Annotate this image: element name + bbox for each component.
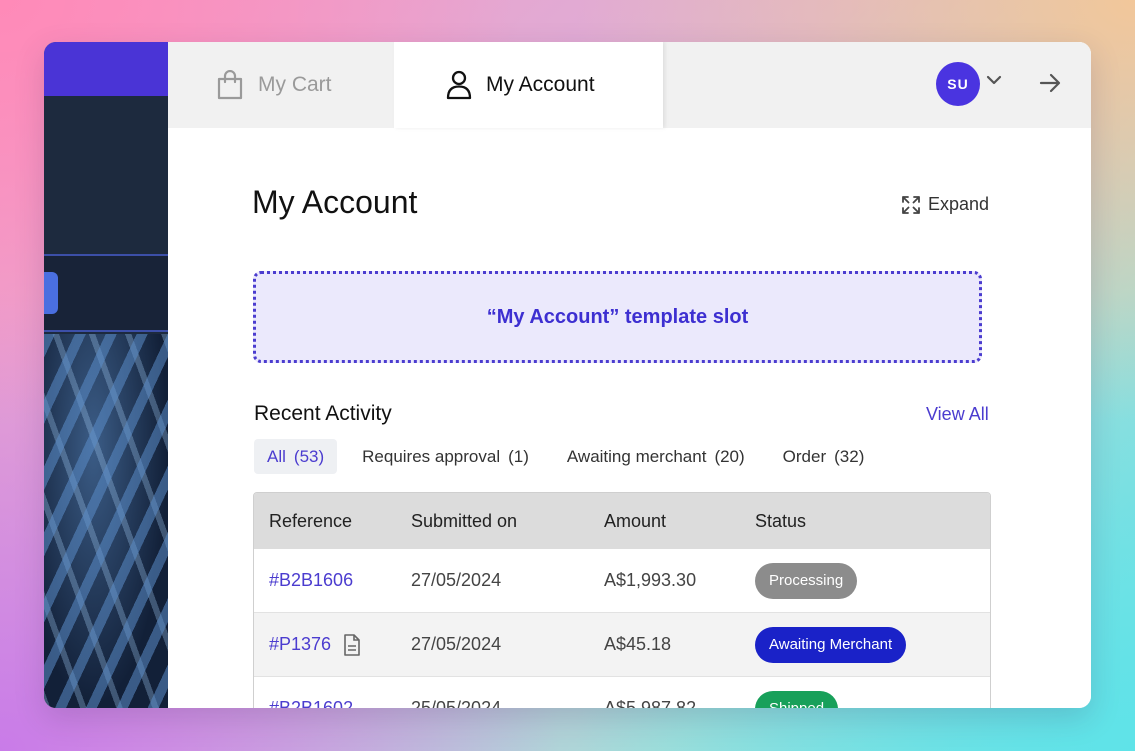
app-window: My Cart My Account SU My Account Expand … <box>44 42 1091 708</box>
table-row[interactable]: #P1376 27/05/2024 A$45.18 Awaiting Merch… <box>254 613 990 677</box>
background-app <box>44 42 168 708</box>
status-badge: Shipped <box>755 690 839 708</box>
filter-awaiting-merchant-label: Awaiting merchant <box>566 446 707 466</box>
table-row[interactable]: #B2B1606 27/05/2024 A$1,993.30 Processin… <box>254 549 990 613</box>
status-cell: Shipped <box>755 690 990 708</box>
template-slot: “My Account” template slot <box>253 271 982 363</box>
activity-filters: All (53) Requires approval (1) Awaiting … <box>254 439 877 474</box>
filter-all-count: (53) <box>293 446 325 466</box>
reference-link[interactable]: #P1376 <box>269 634 331 655</box>
arrow-right-icon[interactable] <box>1038 70 1062 96</box>
amount-cell: A$5,987.82 <box>604 698 697 708</box>
column-amount: Amount <box>604 510 667 531</box>
tab-my-cart-label: My Cart <box>258 73 332 96</box>
background-topbar <box>44 42 168 96</box>
status-cell: Processing <box>755 562 990 599</box>
expand-button[interactable]: Expand <box>902 194 989 215</box>
filter-order-label: Order <box>782 446 827 466</box>
filter-all[interactable]: All (53) <box>254 439 338 474</box>
user-avatar[interactable]: SU <box>936 62 980 106</box>
account-panel: My Cart My Account SU My Account Expand … <box>168 42 1091 708</box>
filter-requires-approval-label: Requires approval <box>362 446 501 466</box>
reference-cell: #P1376 <box>254 633 411 656</box>
filter-requires-approval[interactable]: Requires approval (1) <box>349 439 542 474</box>
column-reference: Reference <box>269 510 353 531</box>
document-icon[interactable] <box>343 633 361 656</box>
reference-link[interactable]: #B2B1606 <box>269 570 353 591</box>
table-row[interactable]: #B2B1602 25/05/2024 A$5,987.82 Shipped <box>254 677 990 708</box>
background-photo <box>44 334 168 708</box>
activity-table: Reference Submitted on Amount Status #B2… <box>253 492 991 708</box>
tab-my-cart[interactable]: My Cart <box>216 42 332 128</box>
filter-awaiting-merchant-count: (20) <box>714 446 745 466</box>
status-cell: Awaiting Merchant <box>755 626 990 663</box>
table-header: Reference Submitted on Amount Status <box>254 493 990 549</box>
submitted-cell: 27/05/2024 <box>411 570 502 590</box>
user-icon <box>446 70 472 100</box>
submitted-cell: 25/05/2024 <box>411 698 502 708</box>
recent-activity-heading: Recent Activity <box>254 402 392 425</box>
filter-requires-approval-count: (1) <box>508 446 529 466</box>
column-submitted-on: Submitted on <box>411 510 518 531</box>
status-badge: Awaiting Merchant <box>755 626 907 663</box>
shopping-bag-icon <box>217 70 243 100</box>
tab-my-account[interactable]: My Account <box>394 42 663 128</box>
reference-cell: #B2B1606 <box>254 570 411 591</box>
filter-order[interactable]: Order (32) <box>770 439 878 474</box>
expand-label: Expand <box>928 194 990 214</box>
tab-my-account-label: My Account <box>486 73 595 96</box>
reference-link[interactable]: #B2B1602 <box>269 698 353 708</box>
filter-order-count: (32) <box>834 446 865 466</box>
submitted-cell: 27/05/2024 <box>411 634 502 654</box>
background-band <box>44 254 168 332</box>
column-status: Status <box>755 510 807 531</box>
background-pill <box>44 272 58 314</box>
amount-cell: A$1,993.30 <box>604 570 697 590</box>
status-badge: Processing <box>755 562 858 599</box>
filter-awaiting-merchant[interactable]: Awaiting merchant (20) <box>554 439 758 474</box>
expand-icon <box>902 195 920 214</box>
amount-cell: A$45.18 <box>604 634 672 654</box>
filter-all-label: All <box>267 446 286 466</box>
chevron-down-icon[interactable] <box>986 74 1002 86</box>
view-all-link[interactable]: View All <box>926 404 989 425</box>
reference-cell: #B2B1602 <box>254 698 411 708</box>
tab-bar: My Cart My Account SU <box>168 42 1091 128</box>
page-title: My Account <box>252 184 418 220</box>
